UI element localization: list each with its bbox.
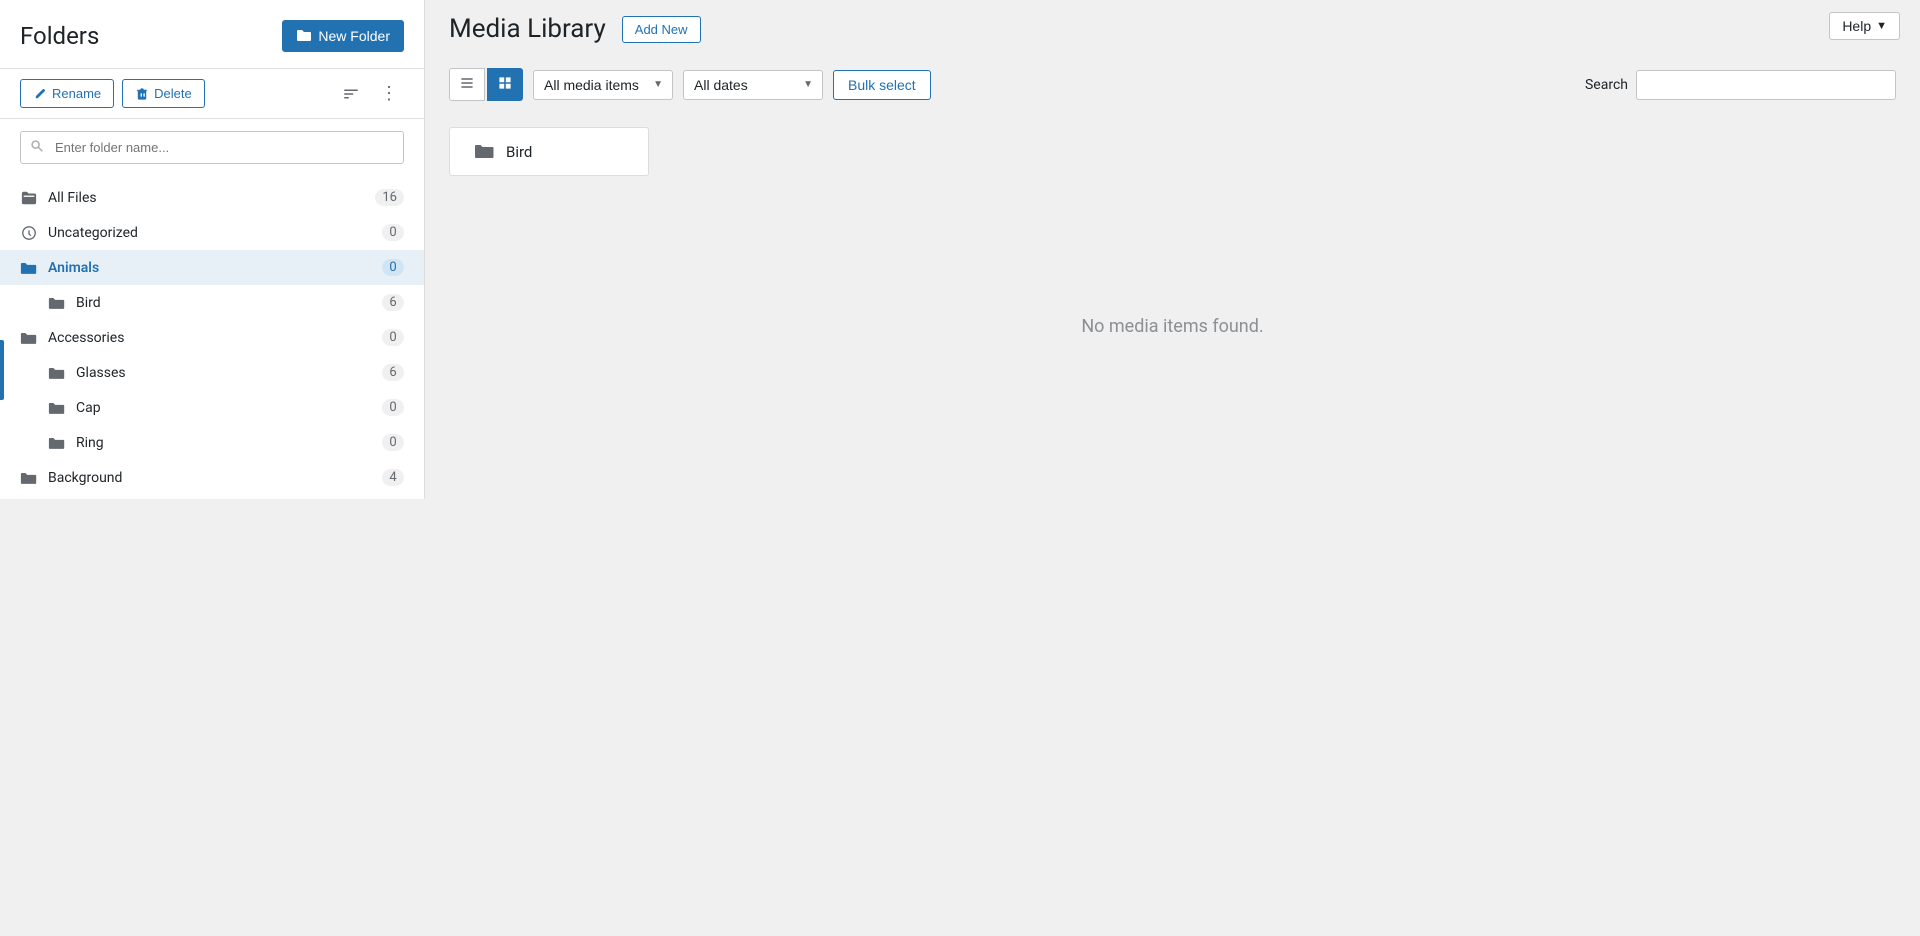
ring-label: Ring xyxy=(76,435,372,451)
bird-label: Bird xyxy=(76,295,372,311)
help-button[interactable]: Help ▼ xyxy=(1829,12,1900,40)
rename-icon xyxy=(33,87,47,101)
sort-button[interactable] xyxy=(336,81,366,107)
folders-title: Folders xyxy=(20,22,99,50)
grid-view-button[interactable] xyxy=(487,68,523,101)
more-options-button[interactable]: ⋮ xyxy=(374,79,404,108)
media-library-title: Media Library xyxy=(449,14,606,44)
cap-label: Cap xyxy=(76,400,372,416)
no-media-message: No media items found. xyxy=(449,176,1896,476)
date-filter[interactable]: All dates January 2024 February 2024 xyxy=(683,70,823,100)
all-files-count: 16 xyxy=(375,189,404,206)
no-media-text: No media items found. xyxy=(1081,316,1263,337)
new-folder-icon xyxy=(296,28,312,44)
folder-toolbar: Rename Delete ⋮ xyxy=(0,68,424,119)
list-view-button[interactable] xyxy=(449,68,485,101)
uncategorized-count: 0 xyxy=(382,224,404,241)
main-header: Media Library Add New xyxy=(425,0,1920,58)
view-toggle xyxy=(449,68,523,101)
search-area: Search xyxy=(1585,70,1896,100)
background-folder-icon xyxy=(20,470,38,486)
delete-button[interactable]: Delete xyxy=(122,79,205,108)
ring-folder-icon xyxy=(48,435,66,451)
sidebar-item-cap[interactable]: Cap 0 xyxy=(0,390,424,425)
list-view-icon xyxy=(459,75,475,91)
sidebar-item-animals[interactable]: Animals 0 xyxy=(0,250,424,285)
more-icon: ⋮ xyxy=(380,83,398,104)
uncategorized-icon xyxy=(20,225,38,241)
rename-button[interactable]: Rename xyxy=(20,79,114,108)
animals-folder-icon xyxy=(20,260,38,276)
new-folder-label: New Folder xyxy=(318,28,390,44)
date-select[interactable]: All dates January 2024 February 2024 xyxy=(683,70,823,100)
sidebar-item-background[interactable]: Background 4 xyxy=(0,460,424,495)
rename-label: Rename xyxy=(52,86,101,101)
sidebar-item-all-files[interactable]: All Files 16 xyxy=(0,180,424,215)
active-indicator xyxy=(0,340,4,400)
uncategorized-label: Uncategorized xyxy=(48,225,372,241)
all-files-label: All Files xyxy=(48,190,365,206)
sidebar-item-bird[interactable]: Bird 6 xyxy=(0,285,424,320)
cap-count: 0 xyxy=(382,399,404,416)
folder-search-icon xyxy=(30,139,44,157)
ring-count: 0 xyxy=(382,434,404,451)
add-new-button[interactable]: Add New xyxy=(622,16,701,43)
grid-view-icon xyxy=(497,75,513,91)
background-label: Background xyxy=(48,470,372,486)
new-folder-button[interactable]: New Folder xyxy=(282,20,404,52)
media-area: Bird No media items found. xyxy=(425,111,1920,936)
sidebar: Folders New Folder Rename D xyxy=(0,0,425,499)
bulk-select-button[interactable]: Bulk select xyxy=(833,70,931,100)
accessories-count: 0 xyxy=(382,329,404,346)
help-label: Help xyxy=(1842,18,1871,34)
bird-card-name: Bird xyxy=(506,143,532,161)
cap-folder-icon xyxy=(48,400,66,416)
glasses-label: Glasses xyxy=(76,365,372,381)
all-files-icon xyxy=(20,190,38,206)
bird-count: 6 xyxy=(382,294,404,311)
chevron-down-icon: ▼ xyxy=(1876,20,1887,32)
filter-bar: All media items Images Videos Audio Docu… xyxy=(425,58,1920,111)
glasses-folder-icon xyxy=(48,365,66,381)
main-content: Media Library Add New All media items Im… xyxy=(425,0,1920,936)
sidebar-item-accessories[interactable]: Accessories 0 xyxy=(0,320,424,355)
animals-count: 0 xyxy=(382,259,404,276)
delete-label: Delete xyxy=(154,86,192,101)
delete-icon xyxy=(135,87,149,101)
bird-card-icon xyxy=(474,142,496,161)
sort-icon xyxy=(342,85,360,103)
sidebar-item-glasses[interactable]: Glasses 6 xyxy=(0,355,424,390)
accessories-folder-icon xyxy=(20,330,38,346)
folder-search xyxy=(20,131,404,164)
accessories-label: Accessories xyxy=(48,330,372,346)
folder-name-input[interactable] xyxy=(20,131,404,164)
bird-folder-card[interactable]: Bird xyxy=(449,127,649,176)
sidebar-header: Folders New Folder xyxy=(0,20,424,68)
search-input[interactable] xyxy=(1636,70,1896,100)
search-label: Search xyxy=(1585,77,1628,93)
glasses-count: 6 xyxy=(382,364,404,381)
sidebar-item-uncategorized[interactable]: Uncategorized 0 xyxy=(0,215,424,250)
bird-folder-icon xyxy=(48,295,66,311)
animals-label: Animals xyxy=(48,260,372,276)
background-count: 4 xyxy=(382,469,404,486)
folder-list: All Files 16 Uncategorized 0 Animals 0 xyxy=(0,176,424,499)
sidebar-item-ring[interactable]: Ring 0 xyxy=(0,425,424,460)
media-type-filter[interactable]: All media items Images Videos Audio Docu… xyxy=(533,70,673,100)
media-type-select[interactable]: All media items Images Videos Audio Docu… xyxy=(533,70,673,100)
